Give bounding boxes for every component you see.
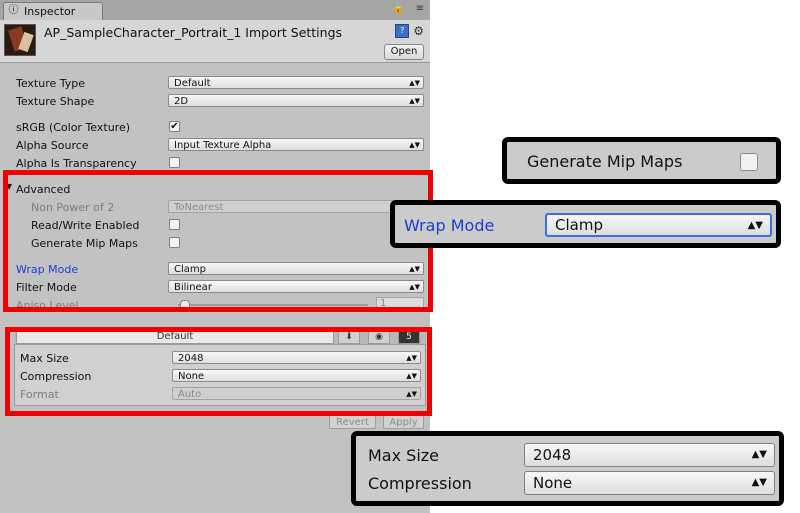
callout-wrap-label: Wrap Mode bbox=[404, 216, 495, 235]
dropdown-arrow-icon: ▲▼ bbox=[409, 97, 420, 105]
info-icon: ⓘ bbox=[8, 5, 19, 16]
alpha-transparency-label: Alpha Is Transparency bbox=[16, 157, 137, 170]
apply-button[interactable]: Apply bbox=[383, 415, 424, 429]
callout-wrap-mode: Wrap Mode Clamp ▲▼ bbox=[390, 200, 781, 248]
srgb-label: sRGB (Color Texture) bbox=[16, 121, 131, 134]
tab-inspector[interactable]: ⓘ Inspector bbox=[3, 2, 103, 20]
open-button[interactable]: Open bbox=[384, 44, 424, 60]
gear-icon[interactable]: ⚙ bbox=[413, 24, 424, 38]
texture-shape-label: Texture Shape bbox=[16, 95, 95, 108]
dropdown-arrow-icon: ▲▼ bbox=[409, 79, 420, 87]
callout-max-size-dropdown[interactable]: 2048 ▲▼ bbox=[524, 443, 775, 467]
dropdown-arrow-icon: ▲▼ bbox=[751, 477, 767, 488]
callout-mip-checkbox[interactable] bbox=[740, 153, 758, 171]
callout-platform-settings: Max Size 2048 ▲▼ Compression None ▲▼ bbox=[351, 431, 784, 506]
texture-type-label: Texture Type bbox=[16, 77, 86, 90]
platform-highlight-box bbox=[5, 327, 432, 416]
tab-bar: ⓘ Inspector 🔒 ≡ bbox=[0, 0, 430, 21]
alpha-source-label: Alpha Source bbox=[16, 139, 89, 152]
alpha-source-dropdown[interactable]: Input Texture Alpha ▲▼ bbox=[168, 138, 424, 151]
revert-button[interactable]: Revert bbox=[329, 415, 376, 429]
callout-generate-mip-maps: Generate Mip Maps bbox=[502, 137, 781, 184]
tab-label: Inspector bbox=[24, 5, 76, 18]
srgb-checkbox[interactable]: ✔ bbox=[169, 121, 180, 132]
callout-compression-label: Compression bbox=[368, 474, 472, 493]
dropdown-arrow-icon: ▲▼ bbox=[751, 449, 767, 460]
callout-max-size-label: Max Size bbox=[368, 446, 440, 465]
advanced-highlight-box bbox=[3, 170, 433, 312]
asset-title: AP_SampleCharacter_Portrait_1 Import Set… bbox=[44, 25, 343, 40]
header-icons: ? ⚙ bbox=[395, 24, 424, 38]
texture-type-dropdown[interactable]: Default ▲▼ bbox=[168, 76, 424, 89]
asset-header: AP_SampleCharacter_Portrait_1 Import Set… bbox=[0, 20, 430, 63]
asset-thumbnail bbox=[4, 24, 36, 56]
callout-wrap-dropdown[interactable]: Clamp ▲▼ bbox=[545, 213, 772, 237]
alpha-transparency-checkbox[interactable] bbox=[169, 157, 180, 168]
texture-shape-dropdown[interactable]: 2D ▲▼ bbox=[168, 94, 424, 107]
book-icon[interactable]: ? bbox=[395, 24, 410, 38]
dropdown-arrow-icon: ▲▼ bbox=[409, 141, 420, 149]
callout-compression-dropdown[interactable]: None ▲▼ bbox=[524, 471, 775, 495]
tab-tools[interactable]: 🔒 ≡ bbox=[392, 3, 428, 14]
callout-mip-label: Generate Mip Maps bbox=[527, 152, 683, 171]
dropdown-arrow-icon: ▲▼ bbox=[747, 220, 763, 231]
